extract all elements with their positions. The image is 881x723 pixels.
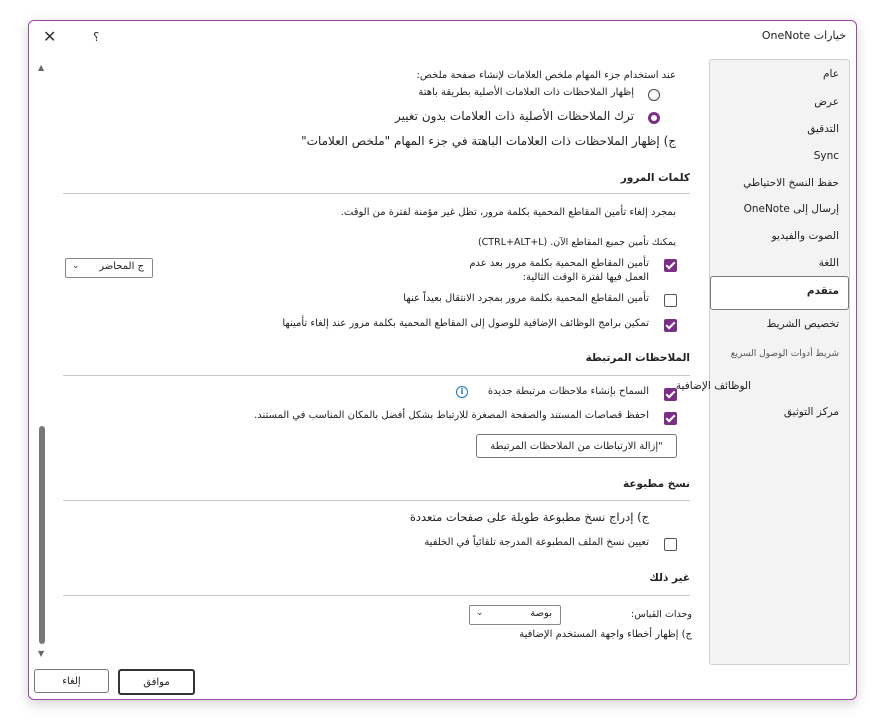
addins-access-label: تمكين برامج الوظائف الإضافية للوصول إلى … (282, 318, 649, 329)
tags-summary-intro: عند استخدام جزء المهام ملخص العلامات لإن… (416, 70, 676, 81)
options-dialog: ✕ ؟ خيارات OneNote عام عرض التدقيق Sync … (28, 20, 857, 700)
insert-long-printouts-label[interactable]: ج) إدراج نسخ مطبوعة طويلة على صفحات متعد… (410, 510, 649, 524)
info-icon[interactable]: i (456, 386, 468, 398)
nav-item-customize-ribbon[interactable]: تخصيص الشريط (767, 318, 839, 330)
divider (63, 500, 690, 501)
lock-idle-label: تأمين المقاطع المحمية بكلمة مرور بعد عدم… (469, 258, 649, 283)
remove-links-button[interactable]: إزالة الارتباطات من الملاحظات المرتبطة" (476, 434, 677, 458)
lock-away-label: تأمين المقاطع المحمية بكلمة مرور بمجرد ا… (403, 293, 649, 304)
allow-linked-notes-checkbox[interactable] (664, 388, 677, 401)
divider (63, 595, 690, 596)
passwords-header: كلمات المرور (620, 172, 690, 184)
tags-option1-radio[interactable] (648, 89, 660, 101)
passwords-hint: يمكنك تأمين جميع المقاطع الآن. (CTRL+ALT… (477, 237, 676, 248)
scroll-up-icon[interactable]: ▲ (38, 63, 44, 72)
help-icon[interactable]: ؟ (93, 30, 99, 44)
nav-item-quick-access-toolbar[interactable]: شريط أدوات الوصول السريع (731, 349, 839, 359)
chevron-down-icon: ⌄ (72, 261, 80, 271)
nav-item-proofing[interactable]: التدقيق (807, 123, 839, 135)
ok-button[interactable]: موافق (118, 669, 195, 695)
keep-snippets-checkbox[interactable] (664, 412, 677, 425)
close-icon[interactable]: ✕ (43, 27, 56, 46)
nav-item-save-backup[interactable]: حفظ النسخ الاحتياطي (743, 177, 839, 189)
lock-away-checkbox[interactable] (664, 294, 677, 307)
passwords-description: بمجرد إلغاء تأمين المقاطع المحمية بكلمة … (340, 207, 676, 218)
lock-idle-checkbox[interactable] (664, 259, 677, 272)
addins-access-checkbox[interactable] (664, 319, 677, 332)
nav-item-sync[interactable]: Sync (814, 150, 839, 162)
units-select[interactable]: بوصة ⌄ (469, 605, 561, 625)
nav-item-audio-video[interactable]: الصوت والفيديو (772, 230, 839, 242)
nav-item-advanced[interactable]: متقدم (807, 285, 839, 297)
show-addin-errors-label[interactable]: ج) إظهار أخطاء واجهة المستخدم الإضافية (519, 629, 692, 640)
keep-snippets-label: احفظ قصاصات المستند والصفحة المصغرة للار… (254, 410, 649, 421)
tags-option2-label: ترك الملاحظات الأصلية ذات العلامات بدون … (395, 109, 634, 123)
units-label: وحدات القياس: (631, 609, 692, 620)
nav-item-language[interactable]: اللغة (819, 257, 839, 269)
window-title: خيارات OneNote (761, 29, 846, 42)
category-nav: عام عرض التدقيق Sync حفظ النسخ الاحتياطي… (676, 59, 850, 665)
tags-option3-label[interactable]: ج) إظهار الملاحظات ذات العلامات الباهتة … (301, 134, 676, 148)
nav-item-trust-center[interactable]: مركز التوثيق (784, 406, 839, 418)
scroll-down-icon[interactable]: ▼ (38, 649, 44, 658)
background-insert-checkbox[interactable] (664, 538, 677, 551)
nav-item-send-to-onenote[interactable]: إرسال إلى OneNote (744, 203, 839, 215)
linked-notes-header: الملاحظات المرتبطة (585, 352, 690, 364)
nav-item-general[interactable]: عام (823, 68, 839, 80)
divider (63, 375, 690, 376)
nav-item-display[interactable]: عرض (814, 96, 839, 108)
tags-option2-radio[interactable] (648, 112, 660, 124)
background-insert-label: تعيين نسخ الملف المطبوعة المدرجة تلقائيا… (424, 537, 649, 548)
lock-idle-duration-select[interactable]: ج المحاضر ⌄ (65, 258, 153, 278)
cancel-button[interactable]: إلغاء (34, 669, 109, 693)
tags-option1-label: إظهار الملاحظات ذات العلامات الأصلية بطر… (418, 87, 634, 98)
allow-linked-notes-label: السماح بإنشاء ملاحظات مرتبطة جديدة (487, 386, 649, 397)
printouts-header: نسخ مطبوعة (623, 478, 690, 490)
chevron-down-icon: ⌄ (476, 608, 484, 618)
divider (63, 193, 690, 194)
nav-item-addins[interactable]: الوظائف الإضافية (676, 380, 751, 392)
scroll-thumb[interactable] (39, 426, 45, 644)
other-header: غير ذلك (649, 572, 690, 584)
